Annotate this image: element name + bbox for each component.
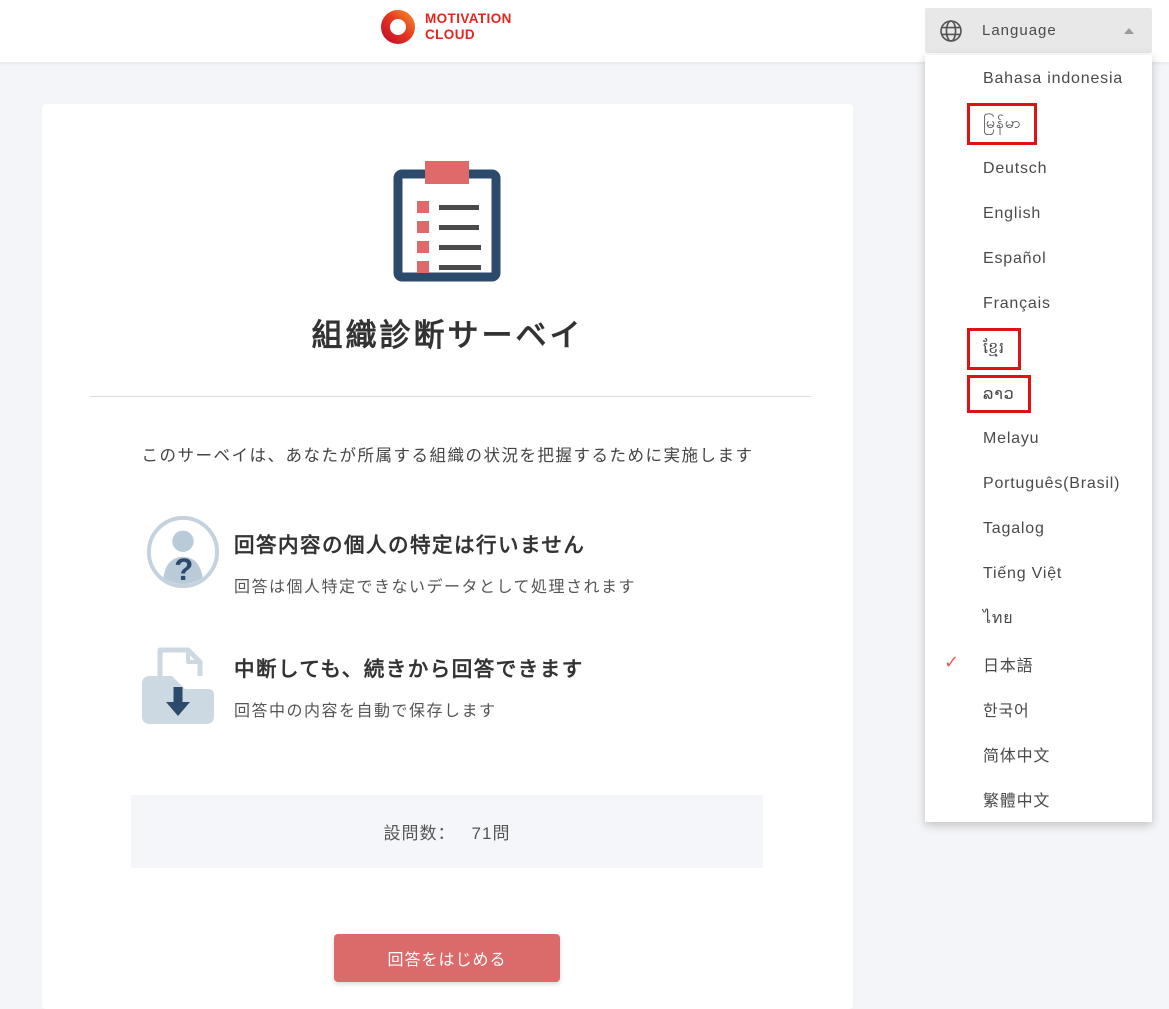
menu-item-espanol[interactable]: Español xyxy=(925,236,1152,281)
feature-subtitle: 回答中の内容を自動で保存します xyxy=(234,697,584,721)
menu-item-bahasa-indonesia[interactable]: Bahasa indonesia xyxy=(925,56,1152,101)
survey-description: このサーベイは、あなたが所属する組織の状況を把握するために実施します xyxy=(42,442,853,466)
menu-item-tieng-viet[interactable]: Tiếng Việt xyxy=(925,551,1152,596)
menu-item-lao[interactable]: ລາວ xyxy=(925,371,1152,416)
language-dropdown-menu: Bahasa indonesia မြန်မာ Deutsch English … xyxy=(925,55,1152,822)
feature-resume: 中断しても、続きから回答できます 回答中の内容を自動で保存します xyxy=(234,652,584,721)
chevron-up-icon xyxy=(1124,28,1134,34)
motivation-cloud-logo: MOTIVATION CLOUD xyxy=(380,9,512,45)
menu-item-deutsch[interactable]: Deutsch xyxy=(925,146,1152,191)
survey-intro-card: 組織診断サーベイ このサーベイは、あなたが所属する組織の状況を把握するために実施… xyxy=(42,104,853,1009)
checkmark-icon: ✓ xyxy=(944,652,960,673)
anonymous-person-icon: ? xyxy=(146,515,220,589)
menu-item-francais[interactable]: Français xyxy=(925,281,1152,326)
menu-item-traditional-chinese[interactable]: 繁體中文 xyxy=(925,776,1152,821)
app-header: MOTIVATION CLOUD Language xyxy=(0,0,1169,62)
logo-ring-icon xyxy=(380,9,416,45)
feature-anonymity: 回答内容の個人の特定は行いません 回答は個人特定できないデータとして処理されます xyxy=(234,528,636,597)
question-count-label: 設問数： xyxy=(384,819,456,844)
menu-item-melayu[interactable]: Melayu xyxy=(925,416,1152,461)
auto-save-icon xyxy=(136,640,220,724)
logo-text: MOTIVATION CLOUD xyxy=(425,11,512,44)
globe-icon xyxy=(938,18,964,44)
question-count-box: 設問数： 71問 xyxy=(131,795,763,868)
question-count-value: 71問 xyxy=(472,819,511,844)
language-selector-button[interactable]: Language xyxy=(925,8,1152,53)
svg-text:?: ? xyxy=(174,552,193,587)
language-selector-label: Language xyxy=(982,22,1057,39)
start-survey-button[interactable]: 回答をはじめる xyxy=(334,934,560,982)
feature-title: 回答内容の個人の特定は行いません xyxy=(234,528,636,558)
menu-item-thai[interactable]: ไทย xyxy=(925,596,1152,641)
menu-item-burmese[interactable]: မြန်မာ xyxy=(925,101,1152,146)
menu-item-simplified-chinese[interactable]: 简体中文 xyxy=(925,731,1152,776)
feature-title: 中断しても、続きから回答できます xyxy=(234,652,584,682)
clipboard-survey-icon xyxy=(389,159,505,283)
feature-subtitle: 回答は個人特定できないデータとして処理されます xyxy=(234,573,636,597)
menu-item-tagalog[interactable]: Tagalog xyxy=(925,506,1152,551)
menu-item-korean[interactable]: 한국어 xyxy=(925,686,1152,731)
title-divider xyxy=(90,396,811,397)
menu-item-english[interactable]: English xyxy=(925,191,1152,236)
menu-item-khmer[interactable]: ខ្មែរ xyxy=(925,326,1152,371)
menu-item-portugues-brasil[interactable]: Português(Brasil) xyxy=(925,461,1152,506)
page-title: 組織診断サーベイ xyxy=(42,310,853,355)
menu-item-japanese-selected[interactable]: ✓ 日本語 xyxy=(925,641,1152,686)
